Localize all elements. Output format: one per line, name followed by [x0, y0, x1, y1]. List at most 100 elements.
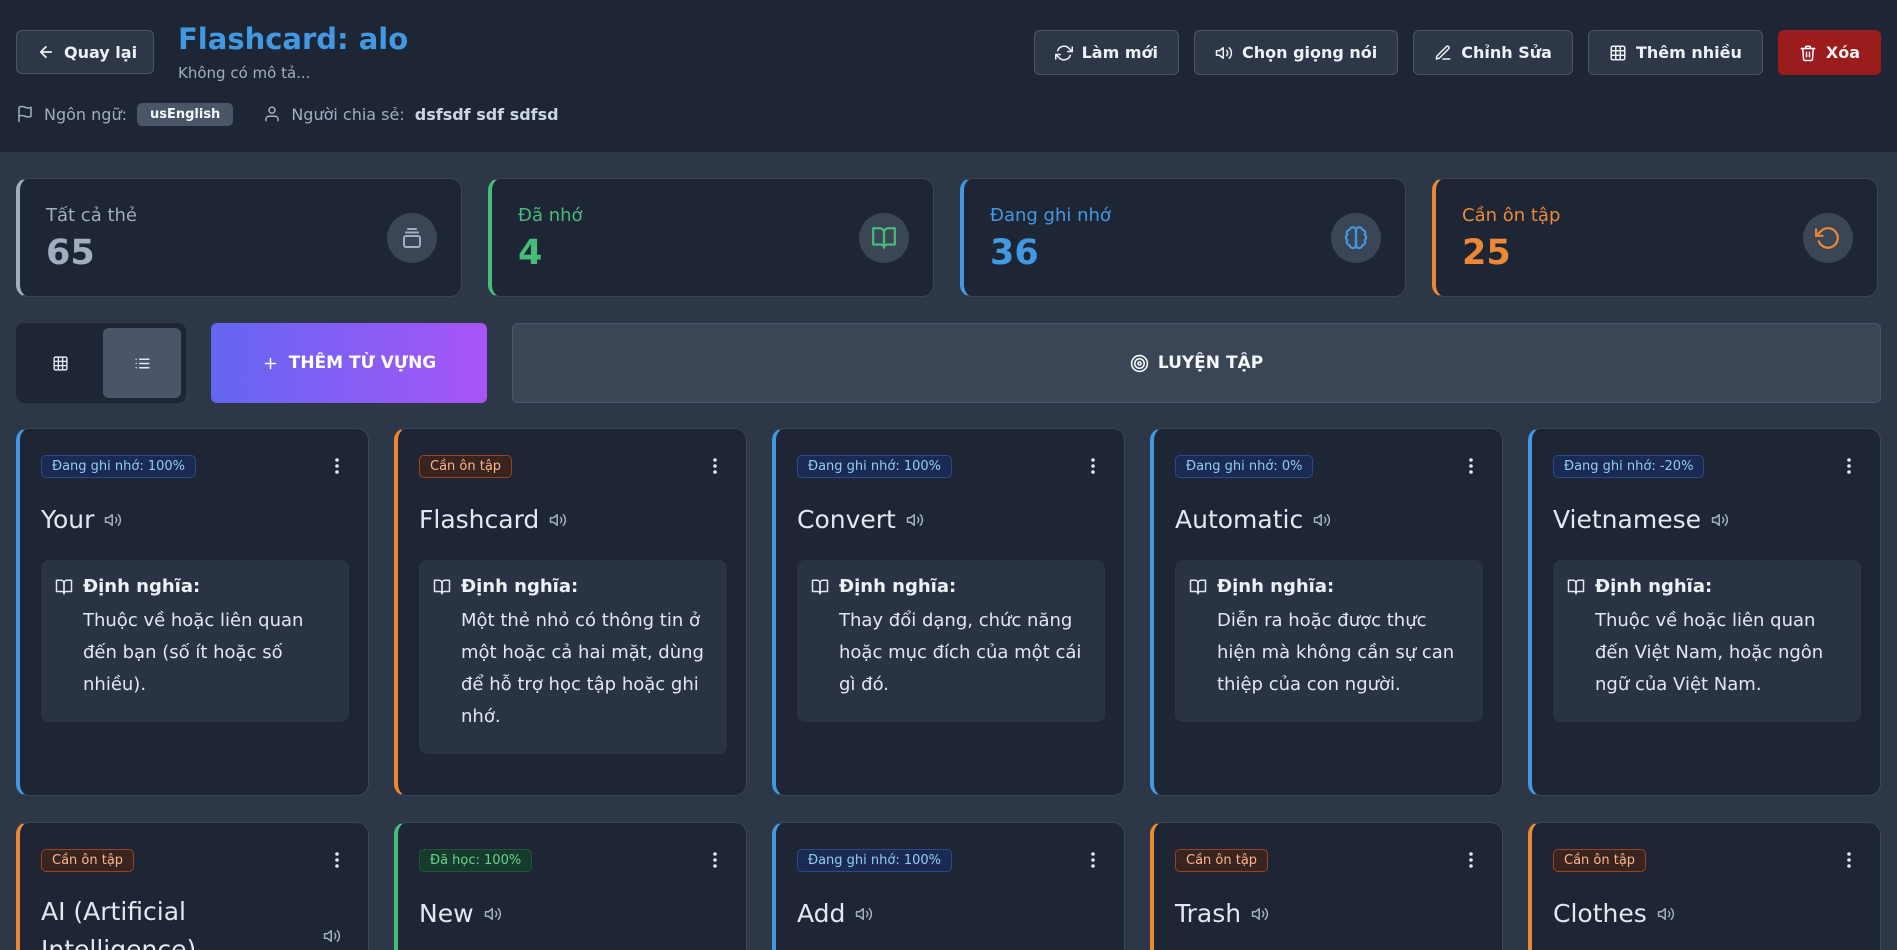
add-many-label: Thêm nhiều — [1635, 43, 1742, 62]
stat-label: Cần ôn tập — [1462, 205, 1561, 226]
more-vertical-icon[interactable] — [1846, 851, 1852, 869]
speaker-icon — [1215, 44, 1233, 62]
meta-row: Ngôn ngữ: usEnglish Người chia sẻ: dsfsd… — [16, 100, 559, 128]
add-word-label: THÊM TỪ VỰNG — [288, 353, 437, 373]
definition-text: Thay đổi dạng, chức năng hoặc mục đích c… — [839, 610, 1082, 695]
delete-button[interactable]: Xóa — [1777, 30, 1881, 75]
plus-icon — [262, 355, 279, 372]
flashcard-card[interactable]: Đang ghi nhớ: -20% Vietnamese Định nghĩa… — [1528, 428, 1881, 796]
speaker-icon[interactable] — [1657, 905, 1675, 923]
speaker-icon[interactable] — [104, 511, 122, 529]
table-icon — [1609, 44, 1627, 62]
stat-value: 65 — [46, 233, 95, 273]
book-open-icon — [811, 578, 829, 596]
more-vertical-icon[interactable] — [334, 851, 340, 869]
flashcard-card[interactable]: Cần ôn tập AI (Artificial Intelligence) — [16, 822, 369, 950]
back-button[interactable]: Quay lại — [16, 30, 154, 74]
flashcard-card[interactable]: Cần ôn tập Trash — [1150, 822, 1503, 950]
more-vertical-icon[interactable] — [1090, 851, 1096, 869]
speaker-icon[interactable] — [1251, 905, 1269, 923]
speaker-icon[interactable] — [906, 511, 924, 529]
flashcard-card[interactable]: Đã học: 100% New — [394, 822, 747, 950]
word-text: Automatic — [1175, 505, 1304, 534]
add-word-button[interactable]: THÊM TỪ VỰNG — [211, 323, 487, 403]
card-word: Trash — [1175, 899, 1269, 928]
status-badge: Đang ghi nhớ: 100% — [41, 455, 197, 478]
more-vertical-icon[interactable] — [1468, 457, 1474, 475]
stat-card-learning: Đang ghi nhớ 36 — [960, 178, 1406, 297]
refresh-button[interactable]: Làm mới — [1033, 30, 1179, 75]
status-badge: Đang ghi nhớ: 0% — [1175, 455, 1314, 478]
card-word: Vietnamese — [1553, 505, 1729, 534]
card-word: Clothes — [1553, 899, 1675, 928]
edit-button[interactable]: Chỉnh Sửa — [1413, 30, 1573, 75]
page-title: Flashcard: alo — [178, 22, 409, 56]
definition-text: Thuộc về hoặc liên quan đến Việt Nam, ho… — [1595, 610, 1824, 695]
add-many-button[interactable]: Thêm nhiều — [1587, 30, 1763, 75]
stat-value: 36 — [990, 233, 1039, 273]
edit-button-label: Chỉnh Sửa — [1461, 43, 1552, 62]
more-vertical-icon[interactable] — [712, 457, 718, 475]
sharer-name: dsfsdf sdf sdfsd — [414, 104, 559, 124]
word-text: AI (Artificial Intelligence) — [41, 897, 197, 950]
speaker-icon[interactable] — [855, 905, 873, 923]
card-word: Convert — [797, 505, 924, 534]
speaker-icon[interactable] — [549, 511, 567, 529]
flashcard-card[interactable]: Đang ghi nhớ: 100% Your Định nghĩa: Thuộ… — [16, 428, 369, 796]
more-vertical-icon[interactable] — [334, 457, 340, 475]
user-icon — [263, 105, 281, 123]
refresh-icon — [1054, 44, 1073, 62]
definition-label: Định nghĩa: — [1595, 576, 1713, 597]
rotate-ccw-icon — [1803, 213, 1853, 263]
practice-label: LUYỆN TẬP — [1157, 353, 1264, 373]
grid-view-button[interactable] — [21, 328, 99, 398]
header-actions: Làm mới Chọn giọng nói Chỉnh Sửa Thêm nh… — [1033, 30, 1881, 75]
more-vertical-icon[interactable] — [712, 851, 718, 869]
grid-icon — [52, 355, 69, 372]
word-text: Trash — [1175, 899, 1242, 928]
arrow-left-icon — [37, 43, 55, 61]
speaker-icon[interactable] — [484, 905, 502, 923]
word-text: Add — [797, 899, 846, 928]
card-word: AI (Artificial Intelligence) — [41, 893, 341, 950]
card-word: Flashcard — [419, 505, 567, 534]
book-open-icon — [1189, 578, 1207, 596]
more-vertical-icon[interactable] — [1846, 457, 1852, 475]
refresh-button-label: Làm mới — [1081, 43, 1158, 62]
card-word: Your — [41, 505, 122, 534]
flashcard-card[interactable]: Cần ôn tập Clothes — [1528, 822, 1881, 950]
word-text: Vietnamese — [1553, 505, 1701, 534]
flashcard-card[interactable]: Đang ghi nhớ: 100% Convert Định nghĩa: T… — [772, 428, 1125, 796]
cards-stack-icon — [387, 213, 437, 263]
flashcard-card[interactable]: Đang ghi nhớ: 0% Automatic Định nghĩa: D… — [1150, 428, 1503, 796]
flashcard-card[interactable]: Cần ôn tập Flashcard Định nghĩa: Một thẻ… — [394, 428, 747, 796]
choose-voice-label: Chọn giọng nói — [1241, 43, 1378, 62]
sharer-info: Người chia sẻ: dsfsdf sdf sdfsd — [263, 104, 559, 124]
language-label: Ngôn ngữ: — [44, 104, 127, 124]
choose-voice-button[interactable]: Chọn giọng nói — [1193, 30, 1399, 75]
pencil-icon — [1434, 44, 1452, 62]
stat-label: Tất cả thẻ — [46, 205, 137, 226]
more-vertical-icon[interactable] — [1090, 457, 1096, 475]
speaker-icon[interactable] — [323, 927, 341, 945]
brain-icon — [1331, 213, 1381, 263]
more-vertical-icon[interactable] — [1468, 851, 1474, 869]
sharer-label: Người chia sẻ: — [291, 104, 405, 124]
practice-button[interactable]: LUYỆN TẬP — [512, 323, 1881, 403]
status-badge: Cần ôn tập — [419, 455, 513, 478]
definition-label: Định nghĩa: — [1217, 576, 1335, 597]
list-icon — [134, 355, 151, 372]
speaker-icon[interactable] — [1711, 511, 1729, 529]
definition-text: Diễn ra hoặc được thực hiện mà không cần… — [1217, 610, 1455, 695]
back-button-label: Quay lại — [64, 42, 138, 62]
card-word: Automatic — [1175, 505, 1331, 534]
status-badge: Cần ôn tập — [1175, 849, 1269, 872]
target-icon — [1130, 354, 1149, 373]
definition-box: Định nghĩa: Thuộc về hoặc liên quan đến … — [41, 560, 349, 722]
status-badge: Đang ghi nhớ: 100% — [797, 849, 953, 872]
book-open-icon — [859, 213, 909, 263]
flashcard-card[interactable]: Đang ghi nhớ: 100% Add — [772, 822, 1125, 950]
speaker-icon[interactable] — [1313, 511, 1331, 529]
list-view-button[interactable] — [103, 328, 181, 398]
delete-button-label: Xóa — [1825, 43, 1860, 62]
